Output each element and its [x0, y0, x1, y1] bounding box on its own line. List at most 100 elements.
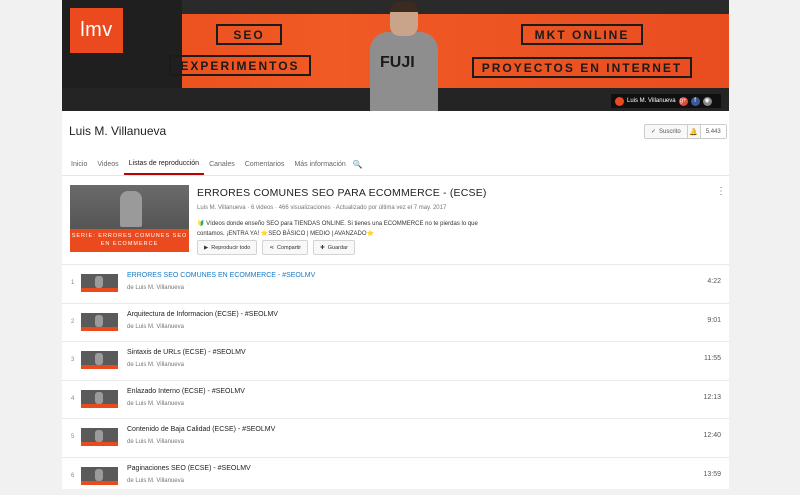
- channel-page: lmv SEO EXPERIMENTOS MKT ONLINE PROYECTO…: [62, 0, 729, 493]
- channel-tabs: Inicio Videos Listas de reproducción Can…: [62, 153, 365, 175]
- thumb-person: [95, 276, 103, 288]
- video-index: 4: [71, 396, 79, 402]
- more-options-icon[interactable]: ⋮: [716, 186, 726, 197]
- channel-banner: lmv SEO EXPERIMENTOS MKT ONLINE PROYECTO…: [62, 0, 729, 111]
- thumb-person: [95, 430, 103, 442]
- channel-mini-logo-icon: [615, 97, 624, 106]
- tab-mas-informacion[interactable]: Más información: [289, 153, 350, 175]
- thumb-bar: [81, 404, 118, 408]
- check-icon: ✓: [651, 128, 656, 135]
- banner-tag-experimentos: EXPERIMENTOS: [169, 55, 311, 76]
- tab-videos[interactable]: Videos: [92, 153, 123, 175]
- video-index: 6: [71, 473, 79, 479]
- play-all-label: Reproducir todo: [211, 245, 250, 251]
- share-icon: ⋖: [269, 245, 274, 251]
- playlist-description: 🔰 Vídeos donde enseño SEO para TIENDAS O…: [197, 219, 497, 239]
- channel-header: Luis M. Villanueva ✓ Suscrito 🔔 5.443 In…: [62, 111, 729, 175]
- play-all-button[interactable]: ▶ Reproducir todo: [197, 240, 257, 255]
- table-row[interactable]: 2 Arquitectura de Informacion (ECSE) - #…: [62, 303, 729, 342]
- video-duration: 12:40: [703, 432, 721, 439]
- thumb-bar: [81, 327, 118, 331]
- save-label: Guardar: [328, 245, 348, 251]
- save-button[interactable]: ✚ Guardar: [313, 240, 355, 255]
- playlist-meta: Luis M. Villanueva · 6 videos · 466 visu…: [197, 205, 446, 211]
- channel-title[interactable]: Luis M. Villanueva: [69, 124, 166, 138]
- tab-canales[interactable]: Canales: [204, 153, 240, 175]
- video-author[interactable]: de Luis M. Villanueva: [127, 362, 184, 368]
- tab-comentarios[interactable]: Comentarios: [240, 153, 290, 175]
- playlist-author[interactable]: Luis M. Villanueva: [197, 205, 246, 211]
- banner-tag-seo: SEO: [216, 24, 282, 45]
- playlist-thumbnail[interactable]: SERIE: ERRORES COMUNES SEO EN ECOMMERCE: [70, 185, 189, 252]
- video-duration: 9:01: [707, 317, 721, 324]
- table-row[interactable]: 1 ERRORES SEO COMUNES EN ECOMMERCE - #SE…: [62, 264, 729, 303]
- facebook-icon[interactable]: f: [691, 97, 700, 106]
- video-thumbnail[interactable]: [81, 428, 118, 446]
- playlist-updated: Actualizado por última vez el 7 may. 201…: [336, 205, 447, 211]
- website-icon[interactable]: ◉: [703, 97, 712, 106]
- video-index: 3: [71, 357, 79, 363]
- thumb-person: [95, 392, 103, 404]
- banner-person-photo: FUJI: [370, 2, 438, 111]
- video-author[interactable]: de Luis M. Villanueva: [127, 478, 184, 484]
- table-row[interactable]: 5 Contenido de Baja Calidad (ECSE) - #SE…: [62, 418, 729, 457]
- subscriber-count: 5.443: [701, 125, 726, 138]
- table-row[interactable]: 4 Enlazado Interno (ECSE) - #SEOLMV de L…: [62, 380, 729, 419]
- play-icon: ▶: [204, 245, 208, 251]
- video-duration: 12:13: [703, 394, 721, 401]
- thumb-person: [120, 191, 142, 227]
- video-title[interactable]: Contenido de Baja Calidad (ECSE) - #SEOL…: [127, 426, 275, 433]
- video-thumbnail[interactable]: [81, 351, 118, 369]
- thumb-person: [95, 469, 103, 481]
- google-plus-icon[interactable]: g+: [679, 97, 688, 106]
- person-hair: [390, 2, 418, 12]
- video-thumbnail[interactable]: [81, 390, 118, 408]
- tab-listas[interactable]: Listas de reproducción: [124, 153, 204, 175]
- playlist-description-line-2: contamos. ¡ENTRA YA! ⭐SEO BÁSICO | MEDIO…: [197, 229, 497, 239]
- person-shirt-text: FUJI: [380, 54, 415, 72]
- thumb-bar: [81, 288, 118, 292]
- video-index: 5: [71, 434, 79, 440]
- banner-channel-name[interactable]: Luis M. Villanueva: [627, 98, 676, 104]
- thumb-person: [95, 315, 103, 327]
- playlist-title[interactable]: ERRORES COMUNES SEO PARA ECOMMERCE - (EC…: [197, 187, 487, 199]
- video-thumbnail[interactable]: [81, 313, 118, 331]
- video-duration: 11:55: [704, 355, 721, 362]
- video-author[interactable]: de Luis M. Villanueva: [127, 439, 184, 445]
- thumb-bar: [81, 442, 118, 446]
- thumb-bar: [81, 481, 118, 485]
- thumb-person: [95, 353, 103, 365]
- video-title[interactable]: Sintaxis de URLs (ECSE) - #SEOLMV: [127, 349, 246, 356]
- banner-tag-proyectos: PROYECTOS EN INTERNET: [472, 57, 692, 78]
- banner-channel-links: Luis M. Villanueva g+ f ◉: [611, 94, 721, 108]
- table-row[interactable]: 6 Paginaciones SEO (ECSE) - #SEOLMV de L…: [62, 457, 729, 495]
- thumb-bar: [81, 365, 118, 369]
- subscribed-label: Suscrito: [659, 129, 681, 135]
- video-author[interactable]: de Luis M. Villanueva: [127, 324, 184, 330]
- playlist-card: SERIE: ERRORES COMUNES SEO EN ECOMMERCE …: [62, 175, 729, 489]
- video-thumbnail[interactable]: [81, 274, 118, 292]
- subscribe-group: ✓ Suscrito 🔔 5.443: [644, 124, 727, 139]
- video-title[interactable]: Arquitectura de Informacion (ECSE) - #SE…: [127, 311, 278, 318]
- video-author[interactable]: de Luis M. Villanueva: [127, 285, 184, 291]
- share-label: Compartir: [277, 245, 301, 251]
- search-icon[interactable]: 🔍: [351, 153, 365, 175]
- notification-bell-icon[interactable]: 🔔: [688, 125, 701, 138]
- video-title[interactable]: Enlazado Interno (ECSE) - #SEOLMV: [127, 388, 245, 395]
- video-author[interactable]: de Luis M. Villanueva: [127, 401, 184, 407]
- subscribed-button[interactable]: ✓ Suscrito: [645, 125, 688, 138]
- playlist-description-line-1: 🔰 Vídeos donde enseño SEO para TIENDAS O…: [197, 219, 497, 229]
- playlist-video-list: 1 ERRORES SEO COMUNES EN ECOMMERCE - #SE…: [62, 264, 729, 495]
- share-button[interactable]: ⋖ Compartir: [262, 240, 308, 255]
- playlist-views: 466 visualizaciones: [279, 205, 331, 211]
- video-title[interactable]: ERRORES SEO COMUNES EN ECOMMERCE - #SEOL…: [127, 272, 315, 279]
- video-index: 2: [71, 319, 79, 325]
- tab-inicio[interactable]: Inicio: [62, 153, 92, 175]
- table-row[interactable]: 3 Sintaxis de URLs (ECSE) - #SEOLMV de L…: [62, 341, 729, 380]
- banner-tag-mkt-online: MKT ONLINE: [521, 24, 643, 45]
- channel-logo: lmv: [70, 8, 123, 53]
- video-title[interactable]: Paginaciones SEO (ECSE) - #SEOLMV: [127, 465, 251, 472]
- video-duration: 13:59: [703, 471, 721, 478]
- video-thumbnail[interactable]: [81, 467, 118, 485]
- playlist-actions: ▶ Reproducir todo ⋖ Compartir ✚ Guardar: [197, 240, 355, 255]
